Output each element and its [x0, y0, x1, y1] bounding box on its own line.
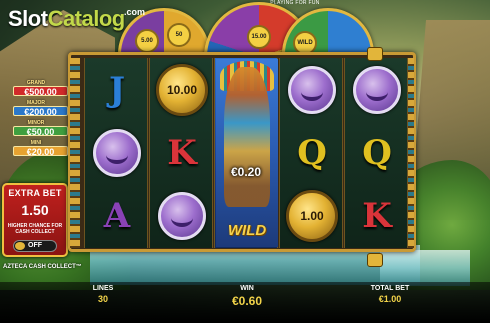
site-logo: SlotCatalog	[8, 6, 125, 32]
line-win-amount: €0.20	[230, 165, 262, 179]
jackpot-grand: GRAND €500.00	[3, 80, 69, 97]
gold-coin-value: 10.00	[156, 64, 208, 116]
purple-coin-icon	[353, 66, 401, 114]
game-screen: PLAYING FOR FUN 5.00 50 15.00 WILD SlotC…	[0, 0, 490, 323]
letter-q: Q	[297, 133, 327, 173]
lines-label: LINES	[92, 285, 114, 292]
logo-suffix: .com	[124, 7, 146, 17]
jackpot-mini: MINI €20.00	[3, 140, 69, 157]
logo-part2: Catalog	[47, 6, 126, 31]
lines-display: LINES 30	[88, 285, 118, 304]
symbol-cash-coin	[281, 59, 343, 121]
jackpot-minor: MINOR €50.00	[3, 120, 69, 137]
bottom-info-bar: LINES 30 WIN €0.60 TOTAL BET €1.00	[0, 282, 490, 323]
jackpot-major: MAJOR €200.00	[3, 100, 69, 117]
reel-5: Q K	[344, 58, 408, 248]
symbol-gold-coin: 1.00	[281, 185, 343, 247]
symbol-q: Q	[281, 122, 343, 184]
jackpot-value: €20.00	[13, 146, 68, 157]
symbol-a: A	[86, 185, 148, 247]
wheel-chip: 50	[167, 23, 191, 47]
wheel-chip: 15.00	[247, 25, 271, 49]
padlock-icon	[367, 253, 383, 267]
wheel-chip: 5.00	[135, 29, 159, 53]
win-display: WIN €0.60	[222, 285, 272, 308]
frame-ornament-left	[70, 58, 80, 248]
reel-1: J A	[84, 58, 148, 248]
extra-bet-panel[interactable]: EXTRA BET 1.50 HIGHER CHANCE FOR CASH CO…	[2, 183, 68, 257]
gold-coin-value: 1.00	[286, 190, 338, 242]
purple-coin-icon	[158, 192, 206, 240]
padlock-icon	[367, 47, 383, 61]
extra-bet-description: HIGHER CHANCE FOR CASH COLLECT	[7, 223, 63, 235]
toggle-knob	[15, 242, 25, 250]
jackpot-value: €200.00	[13, 106, 68, 117]
win-value: €0.60	[231, 294, 263, 308]
symbol-gold-coin: 10.00	[151, 59, 213, 121]
total-bet-label: TOTAL BET	[370, 285, 410, 292]
expanding-wild: WILD	[216, 59, 278, 247]
purple-coin-icon	[288, 66, 336, 114]
extra-bet-title: EXTRA BET	[8, 188, 62, 198]
jackpot-value: €50.00	[13, 126, 68, 137]
symbol-cash-coin	[346, 59, 408, 121]
total-bet-display: TOTAL BET €1.00	[360, 285, 420, 304]
reel-4: Q 1.00	[279, 58, 343, 248]
symbol-j: J	[86, 59, 148, 121]
letter-k: K	[362, 196, 392, 236]
symbol-k: K	[346, 185, 408, 247]
symbol-cash-coin	[86, 122, 148, 184]
toggle-state-label: OFF	[28, 242, 42, 249]
jackpot-value: €500.00	[13, 86, 68, 97]
lines-value: 30	[97, 294, 108, 304]
waterfall-right	[380, 250, 470, 286]
letter-k: K	[167, 133, 197, 173]
wild-label: WILD	[227, 222, 267, 239]
letter-a: A	[103, 196, 131, 236]
extra-bet-value: 1.50	[21, 202, 49, 218]
aztec-warrior-icon	[224, 67, 270, 207]
win-label: WIN	[240, 285, 254, 292]
purple-coin-icon	[93, 129, 141, 177]
reel-3: WILD	[214, 58, 278, 248]
logo-part1: Slot	[8, 6, 48, 31]
total-bet-value: €1.00	[378, 294, 402, 304]
symbol-k: K	[151, 122, 213, 184]
jackpot-panel: GRAND €500.00 MAJOR €200.00 MINOR €50.00…	[3, 80, 69, 160]
game-title: AZTECA CASH COLLECT™	[3, 264, 82, 270]
extra-bet-toggle[interactable]: OFF	[13, 240, 57, 252]
reel-2: 10.00 K	[149, 58, 213, 248]
symbol-cash-coin	[151, 185, 213, 247]
symbol-q: Q	[346, 122, 408, 184]
letter-j: J	[108, 70, 126, 110]
letter-q: Q	[362, 133, 392, 173]
